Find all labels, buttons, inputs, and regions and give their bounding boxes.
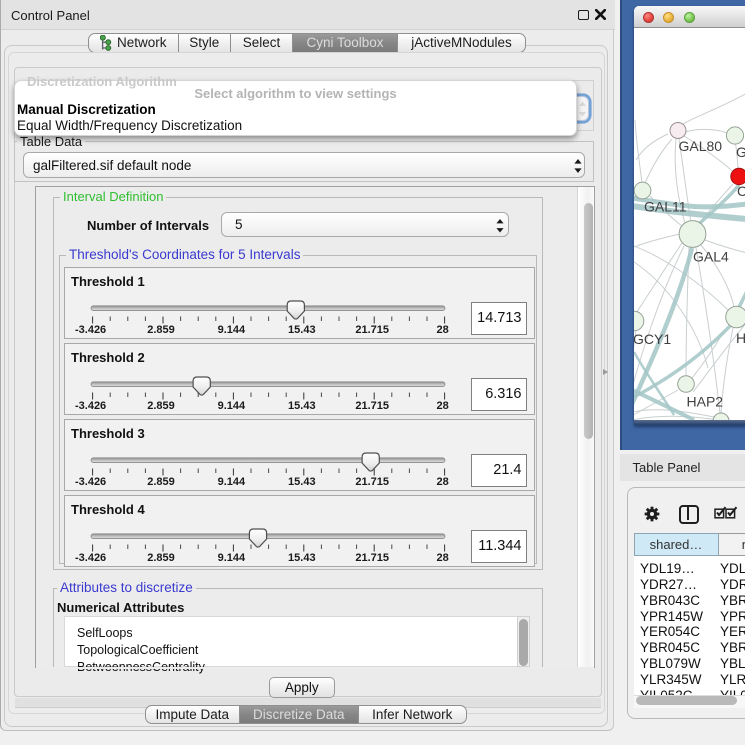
svg-text:GAL80: GAL80 [679, 138, 723, 154]
svg-text:HA: HA [736, 330, 745, 346]
svg-text:28: 28 [436, 476, 448, 488]
svg-text:28: 28 [436, 552, 448, 564]
svg-text:2.859: 2.859 [147, 324, 175, 336]
svg-text:2.859: 2.859 [147, 552, 175, 564]
svg-text:2.859: 2.859 [147, 400, 175, 412]
svg-text:9.144: 9.144 [218, 476, 246, 488]
svg-text:9.144: 9.144 [218, 552, 246, 564]
svg-text:15.43: 15.43 [288, 476, 316, 488]
svg-text:21.715: 21.715 [355, 552, 389, 564]
svg-text:9.144: 9.144 [218, 324, 246, 336]
svg-text:28: 28 [436, 324, 448, 336]
svg-text:GCY1: GCY1 [634, 331, 671, 347]
svg-text:15.43: 15.43 [288, 324, 316, 336]
svg-text:GAL11: GAL11 [644, 199, 687, 215]
svg-text:GAL4: GAL4 [693, 249, 729, 265]
svg-text:-3.426: -3.426 [75, 476, 106, 488]
svg-text:2.859: 2.859 [147, 476, 175, 488]
svg-text:21.715: 21.715 [355, 324, 389, 336]
svg-text:GA: GA [736, 144, 745, 160]
svg-text:15.43: 15.43 [288, 552, 316, 564]
svg-text:CY: CY [737, 183, 745, 199]
svg-text:HAP2: HAP2 [687, 394, 724, 410]
svg-text:-3.426: -3.426 [75, 552, 106, 564]
svg-text:9.144: 9.144 [218, 400, 246, 412]
svg-text:28: 28 [436, 400, 448, 412]
svg-text:15.43: 15.43 [288, 400, 316, 412]
svg-text:-3.426: -3.426 [75, 400, 106, 412]
svg-text:21.715: 21.715 [355, 400, 389, 412]
svg-text:-3.426: -3.426 [75, 324, 106, 336]
svg-text:21.715: 21.715 [355, 476, 389, 488]
